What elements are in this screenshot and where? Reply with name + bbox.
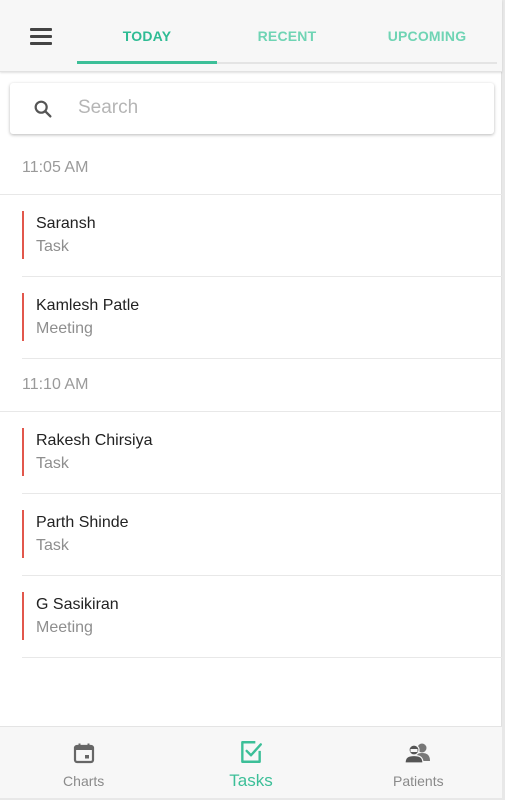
time-label: 11:10 AM <box>22 376 89 393</box>
tab-recent[interactable]: RECENT <box>217 0 357 66</box>
bottom-navigation: Charts Tasks Patients <box>0 726 502 798</box>
item-name: Saransh <box>36 215 96 232</box>
item-marker <box>22 211 24 259</box>
time-label: 11:05 AM <box>22 159 89 176</box>
nav-tasks[interactable]: Tasks <box>167 727 334 798</box>
nav-label: Tasks <box>229 771 273 790</box>
menu-button[interactable] <box>24 24 58 52</box>
time-group-header: 11:10 AM <box>0 358 502 412</box>
list-item[interactable]: Parth Shinde Task <box>22 494 502 576</box>
checkbox-icon <box>241 741 262 763</box>
patients-icon <box>404 743 431 764</box>
search-bar[interactable] <box>10 83 494 134</box>
nav-label: Charts <box>63 773 105 789</box>
hamburger-menu-icon <box>30 28 52 31</box>
item-marker <box>22 293 24 341</box>
item-name: Kamlesh Patle <box>36 297 140 314</box>
nav-patients[interactable]: Patients <box>335 727 502 798</box>
item-type: Meeting <box>36 619 93 636</box>
calendar-icon <box>73 743 94 764</box>
item-type: Meeting <box>36 320 93 337</box>
item-type: Task <box>36 537 69 554</box>
item-name: Parth Shinde <box>36 514 129 531</box>
hamburger-menu-icon-line <box>30 42 52 45</box>
active-tab-indicator <box>77 61 217 64</box>
search-icon <box>34 100 52 118</box>
item-name: G Sasikiran <box>36 596 119 613</box>
list-item[interactable]: Kamlesh Patle Meeting <box>22 277 502 359</box>
tab-upcoming[interactable]: UPCOMING <box>357 0 497 66</box>
item-marker <box>22 428 24 476</box>
nav-charts[interactable]: Charts <box>0 727 167 798</box>
app-screen: TODAY RECENT UPCOMING 11:05 AM Saransh T… <box>0 0 502 798</box>
tab-bar: TODAY RECENT UPCOMING <box>77 0 497 66</box>
search-input[interactable] <box>78 93 478 123</box>
top-app-bar: TODAY RECENT UPCOMING <box>0 0 502 72</box>
hamburger-menu-icon-line <box>30 35 52 38</box>
list-item[interactable]: Saransh Task <box>22 195 502 277</box>
item-type: Task <box>36 238 69 255</box>
list-item[interactable]: Rakesh Chirsiya Task <box>22 412 502 494</box>
item-type: Task <box>36 455 69 472</box>
tab-today[interactable]: TODAY <box>77 0 217 66</box>
item-marker <box>22 592 24 640</box>
nav-label: Patients <box>393 773 444 789</box>
item-name: Rakesh Chirsiya <box>36 432 153 449</box>
item-marker <box>22 510 24 558</box>
time-group-header: 11:05 AM <box>0 141 502 195</box>
list-item[interactable]: G Sasikiran Meeting <box>22 576 502 658</box>
